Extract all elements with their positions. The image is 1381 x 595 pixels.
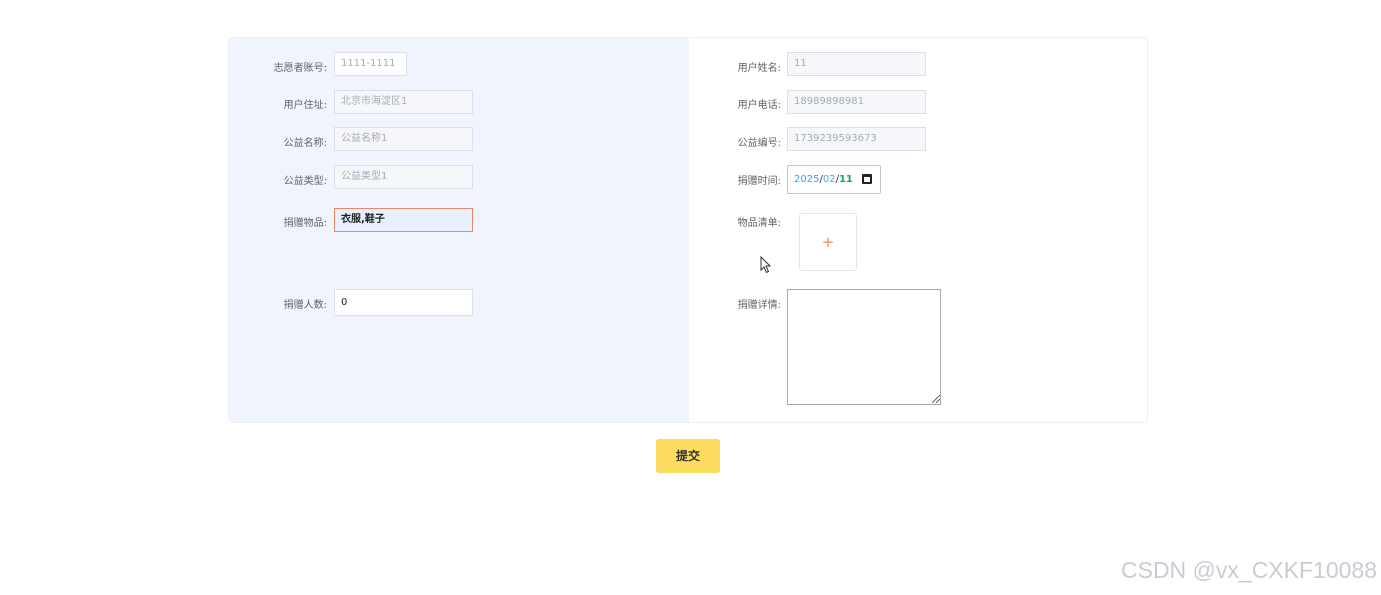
charity-name-field[interactable]: 公益名称1 xyxy=(334,127,473,151)
user-address-field[interactable]: 北京市海淀区1 xyxy=(334,90,473,114)
item-list-upload-button[interactable]: + xyxy=(799,213,857,271)
user-phone-label: 用户电话: xyxy=(737,100,781,111)
donated-items-field[interactable]: 衣服,鞋子 xyxy=(334,208,473,232)
user-phone-field[interactable]: 18989898981 xyxy=(787,90,926,114)
submit-button[interactable]: 提交 xyxy=(656,439,720,473)
item-list-label: 物品清单: xyxy=(737,218,781,229)
charity-number-field[interactable]: 1739239593673 xyxy=(787,127,926,151)
mouse-pointer-icon xyxy=(760,256,772,274)
date-month: 02 xyxy=(822,174,836,185)
date-day: 11 xyxy=(838,174,853,185)
charity-type-label: 公益类型: xyxy=(283,176,327,187)
charity-name-label: 公益名称: xyxy=(283,138,327,149)
donation-details-label: 捐赠详情: xyxy=(737,300,781,311)
donation-time-label: 捐赠时间: xyxy=(737,176,781,187)
resize-grip-icon[interactable] xyxy=(932,395,940,403)
user-name-field[interactable]: 11 xyxy=(787,52,926,76)
donation-time-date-input[interactable]: 2025/02/11 xyxy=(787,165,881,194)
plus-icon: + xyxy=(821,233,835,251)
user-name-label: 用户姓名: xyxy=(737,63,781,74)
form-left-column: 志愿者账号: 1111-1111 用户住址: 北京市海淀区1 公益名称: 公益名… xyxy=(229,38,689,422)
donated-items-label: 捐赠物品: xyxy=(283,218,327,229)
donation-form: 志愿者账号: 1111-1111 用户住址: 北京市海淀区1 公益名称: 公益名… xyxy=(228,37,1148,423)
volunteer-account-label: 志愿者账号: xyxy=(273,63,327,74)
donor-count-label: 捐赠人数: xyxy=(283,300,327,311)
charity-number-label: 公益编号: xyxy=(737,138,781,149)
date-year: 2025 xyxy=(794,174,820,185)
charity-type-field[interactable]: 公益类型1 xyxy=(334,165,473,189)
volunteer-account-field[interactable]: 1111-1111 xyxy=(334,52,407,76)
form-right-column: 用户姓名: 11 用户电话: 18989898981 公益编号: 1739239… xyxy=(689,38,1147,422)
watermark: CSDN @vx_CXKF10088 xyxy=(1121,557,1377,583)
donation-details-textarea[interactable] xyxy=(787,289,941,405)
donor-count-field[interactable]: 0 xyxy=(334,289,473,316)
user-address-label: 用户住址: xyxy=(283,100,327,111)
calendar-icon[interactable] xyxy=(862,174,872,184)
